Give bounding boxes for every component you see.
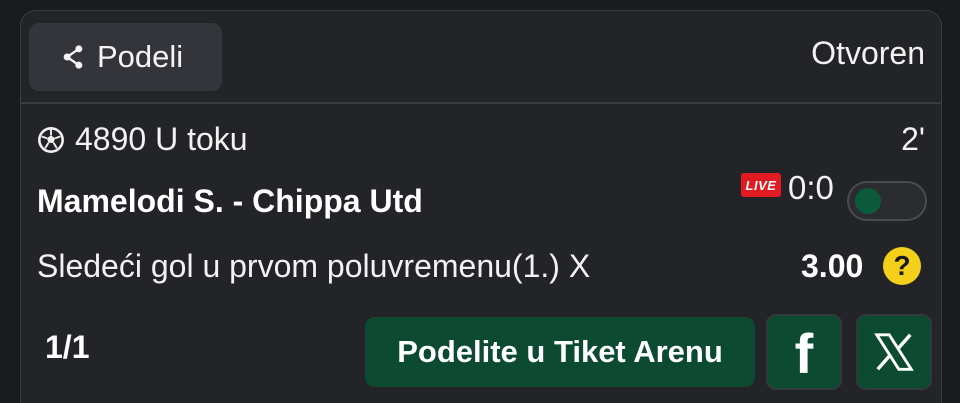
share-label: Podeli: [97, 39, 184, 74]
question-icon[interactable]: ?: [883, 247, 921, 285]
facebook-icon: f: [794, 322, 814, 385]
match-name: Mamelodi S. - Chippa Utd: [37, 183, 423, 219]
toggle-knob: [855, 188, 881, 214]
page-count: 1/1: [45, 329, 90, 365]
share-icon: [63, 45, 83, 69]
soccer-ball-icon: [38, 126, 64, 153]
ticket-card: Podeli Otvoren 4890 U toku 2' Mamelodi S…: [20, 10, 942, 403]
share-button[interactable]: Podeli: [29, 23, 222, 91]
event-info: 4890 U toku: [37, 121, 248, 158]
share-arena-button[interactable]: Podelite u Tiket Arenu: [365, 317, 755, 387]
x-icon: [874, 333, 914, 371]
market-selection: Sledeći gol u prvom poluvremenu(1.) X: [37, 248, 591, 284]
ticket-status: Otvoren: [811, 35, 925, 71]
odds-value: 3.00: [801, 248, 864, 284]
live-toggle[interactable]: [847, 181, 927, 221]
x-share-button[interactable]: [856, 314, 932, 390]
divider: [21, 102, 941, 104]
live-badge: LIVE: [741, 173, 781, 197]
match-score: 0:0: [788, 169, 834, 206]
facebook-share-button[interactable]: f: [766, 314, 842, 390]
match-minute: 2': [901, 121, 925, 157]
event-code-status: 4890 U toku: [75, 121, 248, 157]
